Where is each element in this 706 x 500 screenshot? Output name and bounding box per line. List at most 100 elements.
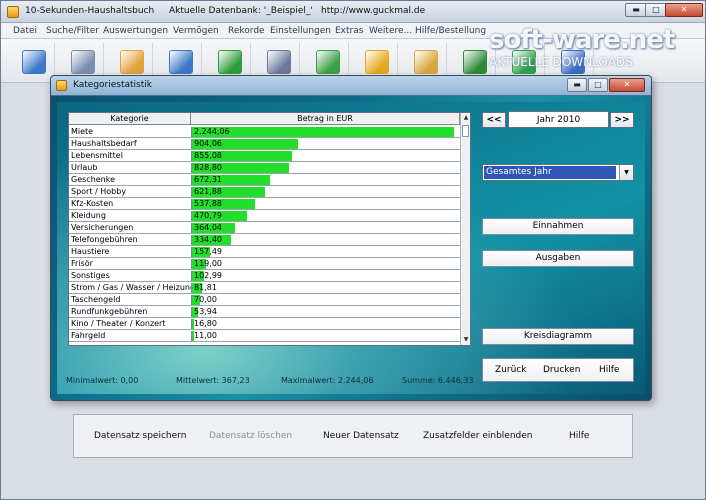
amount-value: 828,80: [194, 163, 222, 172]
scroll-up-icon[interactable]: ▲: [461, 113, 470, 123]
dialog-close-button[interactable]: ✕: [609, 78, 645, 92]
amount-cell: 53,94: [191, 307, 459, 317]
scroll-down-icon[interactable]: ▼: [461, 335, 470, 345]
table-row[interactable]: Urlaub 828,80: [69, 162, 460, 174]
dialog-title: Kategoriestatistik: [73, 80, 152, 90]
title-bar: 10-Sekunden-Haushaltsbuch Aktuelle Daten…: [1, 1, 705, 23]
category-cell: Haustiere: [71, 247, 110, 256]
amount-cell: 16,80: [191, 319, 459, 329]
amount-value: 672,31: [194, 175, 222, 184]
record-actions-panel: Datensatz speichern Datensatz löschen Ne…: [73, 414, 633, 458]
delete-record-button[interactable]: Datensatz löschen: [209, 431, 292, 441]
category-cell: Geschenke: [71, 175, 116, 184]
amount-cell: 672,31: [191, 175, 459, 185]
maximize-button[interactable]: □: [645, 3, 667, 17]
amount-cell: 81,81: [191, 283, 459, 293]
show-extra-fields-button[interactable]: Zusatzfelder einblenden: [423, 431, 533, 441]
stat-min: Minimalwert: 0,00: [66, 376, 139, 385]
database-icon: [70, 50, 95, 74]
amount-value: 119,00: [194, 259, 222, 268]
category-statistics-dialog: Kategoriestatistik ▬ □ ✕ Kategorie Betra…: [50, 75, 652, 401]
dialog-minimize-button[interactable]: ▬: [567, 78, 587, 92]
watermark-subtitle: AKTUELLE DOWNLOADS: [489, 55, 633, 69]
table-row[interactable]: Kfz-Kosten 537,88: [69, 198, 460, 210]
menu-item-0[interactable]: Datei: [13, 26, 37, 36]
tag-icon: [119, 50, 144, 74]
expenses-button[interactable]: Ausgaben: [482, 250, 634, 267]
category-cell: Urlaub: [71, 163, 98, 172]
table-row[interactable]: Haustiere 157,49: [69, 246, 460, 258]
table-row[interactable]: Kino / Theater / Konzert 16,80: [69, 318, 460, 330]
new-record-button[interactable]: Neuer Datensatz: [323, 431, 399, 441]
table-row[interactable]: Miete 2.244,06: [69, 126, 460, 138]
income-button[interactable]: Einnahmen: [482, 218, 634, 235]
save-record-button[interactable]: Datensatz speichern: [94, 431, 186, 441]
table-row[interactable]: Taschengeld 70,00: [69, 294, 460, 306]
category-cell: Miete: [71, 127, 94, 136]
menu-item-3[interactable]: Vermögen: [173, 26, 219, 36]
stat-mean: Mittelwert: 367,23: [176, 376, 250, 385]
amount-cell: 11,00: [191, 331, 459, 341]
table-row[interactable]: Sport / Hobby 621,88: [69, 186, 460, 198]
amount-value: 364,04: [194, 223, 222, 232]
amount-value: 904,06: [194, 139, 222, 148]
amount-cell: 470,79: [191, 211, 459, 221]
amount-value: 102,99: [194, 271, 222, 280]
menu-item-5[interactable]: Einstellungen: [270, 26, 331, 36]
table-row[interactable]: Geschenke 672,31: [69, 174, 460, 186]
table-row[interactable]: Telefongebühren 334,40: [69, 234, 460, 246]
table-row[interactable]: Frisör 119,00: [69, 258, 460, 270]
back-button[interactable]: Zurück: [495, 365, 526, 375]
category-cell: Strom / Gas / Wasser / Heizung: [71, 283, 196, 292]
dialog-help-button[interactable]: Hilfe: [599, 365, 619, 375]
table-row[interactable]: Sonstiges 102,99: [69, 270, 460, 282]
table-header: Kategorie Betrag in EUR: [69, 113, 460, 125]
amount-cell: 70,00: [191, 295, 459, 305]
category-cell: Lebensmittel: [71, 151, 123, 160]
chevron-down-icon[interactable]: ▼: [619, 165, 633, 180]
column-header-amount[interactable]: Betrag in EUR: [191, 113, 460, 125]
amount-cell: 621,88: [191, 187, 459, 197]
table-row[interactable]: Versicherungen 364,04: [69, 222, 460, 234]
period-selected-value: Gesamtes Jahr: [484, 166, 616, 179]
amount-cell: 2.244,06: [191, 127, 459, 137]
table-row[interactable]: Kleidung 470,79: [69, 210, 460, 222]
new-document-icon: [21, 50, 46, 74]
category-cell: Fahrgeld: [71, 331, 106, 340]
amount-cell: 334,40: [191, 235, 459, 245]
menu-item-4[interactable]: Rekorde: [228, 26, 265, 36]
menu-item-7[interactable]: Weitere...: [369, 26, 412, 36]
scroll-thumb[interactable]: [462, 125, 469, 137]
help-button[interactable]: Hilfe: [569, 431, 589, 441]
watermark-logo: soft-ware.net AKTUELLE DOWNLOADS: [489, 25, 689, 71]
close-button[interactable]: ✕: [665, 3, 703, 17]
website-url[interactable]: http://www.guckmal.de: [321, 6, 425, 16]
menu-item-1[interactable]: Suche/Filter: [46, 26, 99, 36]
table-row[interactable]: Rundfunkgebühren 53,94: [69, 306, 460, 318]
minimize-button[interactable]: ▬: [625, 3, 647, 17]
amount-value: 621,88: [194, 187, 222, 196]
category-cell: Kleidung: [71, 211, 106, 220]
pie-chart-button[interactable]: Kreisdiagramm: [482, 328, 634, 345]
table-row[interactable]: Strom / Gas / Wasser / Heizung 81,81: [69, 282, 460, 294]
column-header-category[interactable]: Kategorie: [69, 113, 191, 125]
table-row[interactable]: Haushaltsbedarf 904,06: [69, 138, 460, 150]
table-row[interactable]: Fahrgeld 11,00: [69, 330, 460, 342]
toolbar-button-0[interactable]: [13, 43, 55, 81]
dialog-maximize-button[interactable]: □: [588, 78, 608, 92]
print-button[interactable]: Drucken: [543, 365, 580, 375]
menu-item-6[interactable]: Extras: [335, 26, 363, 36]
app-icon: [7, 6, 19, 18]
table-scrollbar[interactable]: ▲ ▼: [460, 113, 470, 345]
category-cell: Sonstiges: [71, 271, 110, 280]
stat-max: Maximalwert: 2.244,06: [281, 376, 374, 385]
table-row[interactable]: Lebensmittel 855,08: [69, 150, 460, 162]
category-cell: Sport / Hobby: [71, 187, 127, 196]
period-select[interactable]: Gesamtes Jahr ▼: [482, 164, 634, 181]
menu-item-8[interactable]: Hilfe/Bestellung: [415, 26, 486, 36]
next-year-button[interactable]: >>: [610, 112, 634, 128]
amount-cell: 904,06: [191, 139, 459, 149]
menu-item-2[interactable]: Auswertungen: [103, 26, 168, 36]
previous-year-button[interactable]: <<: [482, 112, 506, 128]
stat-sum: Summe: 6.446,33: [402, 376, 474, 385]
